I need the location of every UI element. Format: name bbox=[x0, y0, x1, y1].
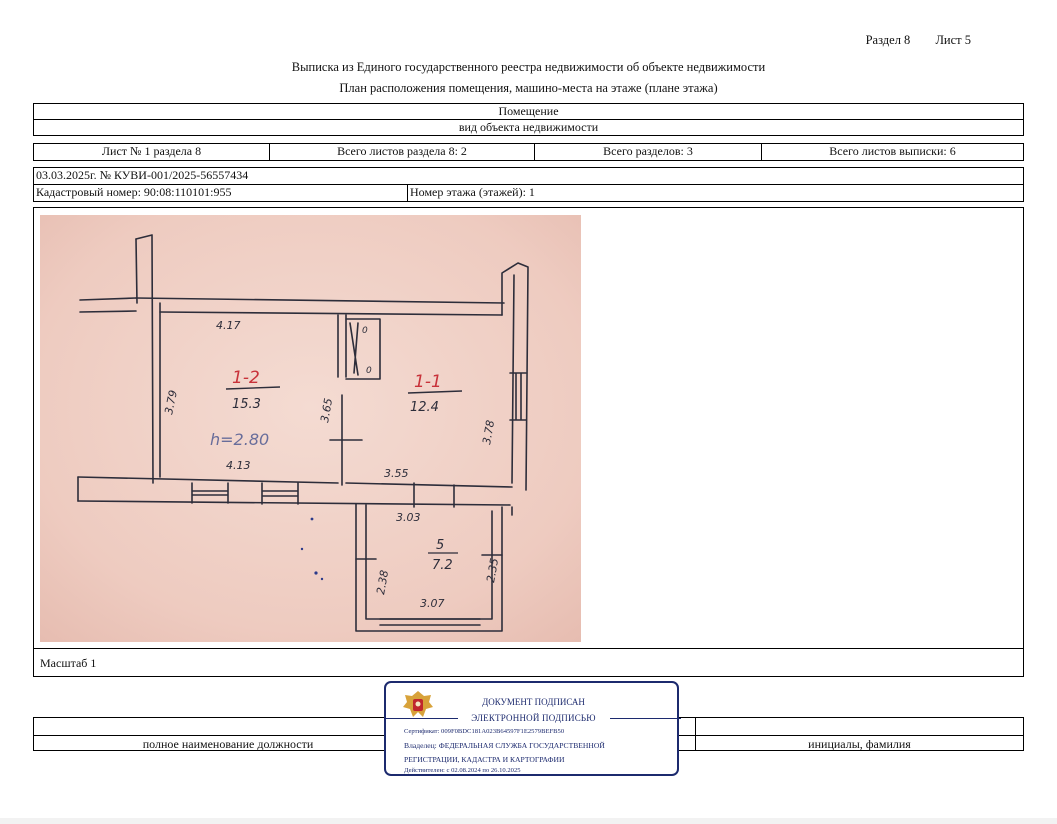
stamp-rule-left bbox=[384, 718, 458, 719]
section-label: Раздел 8 bbox=[865, 33, 911, 47]
stamp-owner-2: РЕГИСТРАЦИИ, КАДАСТРА И КАРТОГРАФИИ bbox=[404, 755, 565, 764]
cadastral-row: Кадастровый номер: 90:08:110101:955 Номе… bbox=[33, 184, 1024, 202]
document-page: Раздел 8 Лист 5 Выписка из Единого госуд… bbox=[0, 0, 1057, 818]
dim-4-13: 4.13 bbox=[226, 459, 251, 472]
total-sheets-extract: Всего листов выписки: 6 bbox=[829, 144, 956, 158]
closet-mark-top: 0 bbox=[362, 326, 368, 336]
sheet-of-section: Лист № 1 раздела 8 bbox=[34, 144, 270, 160]
floor-plan-image: 4.17 4.13 3.79 3.65 3.78 3.55 3.03 3.07 … bbox=[40, 215, 581, 642]
cadastral-number: Кадастровый номер: 90:08:110101:955 bbox=[34, 185, 408, 201]
stamp-line-1: ДОКУМЕНТ ПОДПИСАН bbox=[482, 697, 585, 707]
room-5-area: 7.2 bbox=[432, 558, 453, 573]
ceiling-height: h=2.80 bbox=[210, 430, 269, 449]
room-5-id: 5 bbox=[436, 538, 444, 553]
dim-3-55: 3.55 bbox=[384, 467, 409, 480]
doc-number: 03.03.2025г. № КУВИ-001/2025-56557434 bbox=[36, 168, 249, 182]
object-type-label: вид объекта недвижимости bbox=[33, 119, 1024, 136]
name-label: инициалы, фамилия bbox=[808, 737, 911, 751]
sheet-label: Лист 5 bbox=[935, 33, 971, 47]
dim-4-17: 4.17 bbox=[216, 319, 241, 332]
electronic-signature-stamp: ДОКУМЕНТ ПОДПИСАН ЭЛЕКТРОННОЙ ПОДПИСЬЮ С… bbox=[384, 681, 681, 776]
dim-3-07: 3.07 bbox=[420, 597, 445, 610]
stamp-validity: Действителен: с 02.08.2024 по 26.10.2025 bbox=[404, 767, 521, 774]
floor-plan-frame: 4.17 4.13 3.79 3.65 3.78 3.55 3.03 3.07 … bbox=[33, 207, 1024, 649]
document-title: Выписка из Единого государственного реес… bbox=[291, 60, 766, 74]
room-1-1-id: 1-1 bbox=[414, 372, 442, 392]
doc-number-row: 03.03.2025г. № КУВИ-001/2025-56557434 bbox=[33, 167, 1024, 185]
stamp-certificate: Сертификат: 009F0BDC181A023B64597F1E2579… bbox=[404, 728, 565, 735]
dim-3-03: 3.03 bbox=[396, 511, 421, 524]
scale-label: Масштаб 1 bbox=[33, 648, 1024, 677]
room-1-1-area: 12.4 bbox=[410, 400, 439, 415]
floor-number: Номер этажа (этажей): 1 bbox=[410, 185, 535, 199]
sig-border-right bbox=[1023, 717, 1024, 751]
room-1-2-id: 1-2 bbox=[232, 368, 260, 388]
sheet-header: Раздел 8 Лист 5 bbox=[844, 33, 971, 48]
closet-mark-bottom: 0 bbox=[366, 366, 372, 376]
room-1-2-area: 15.3 bbox=[232, 397, 261, 412]
document-subtitle: План расположения помещения, машино-мест… bbox=[339, 81, 718, 95]
sheets-row: Лист № 1 раздела 8 Всего листов раздела … bbox=[33, 143, 1024, 161]
total-sheets-section: Всего листов раздела 8: 2 bbox=[270, 144, 535, 160]
total-sections: Всего разделов: 3 bbox=[535, 144, 762, 160]
object-name: Помещение bbox=[33, 103, 1024, 120]
stamp-owner: Владелец: ФЕДЕРАЛЬНАЯ СЛУЖБА ГОСУДАРСТВЕ… bbox=[404, 741, 605, 750]
position-label: полное наименование должности bbox=[142, 737, 314, 751]
stamp-rule-right bbox=[610, 718, 681, 719]
